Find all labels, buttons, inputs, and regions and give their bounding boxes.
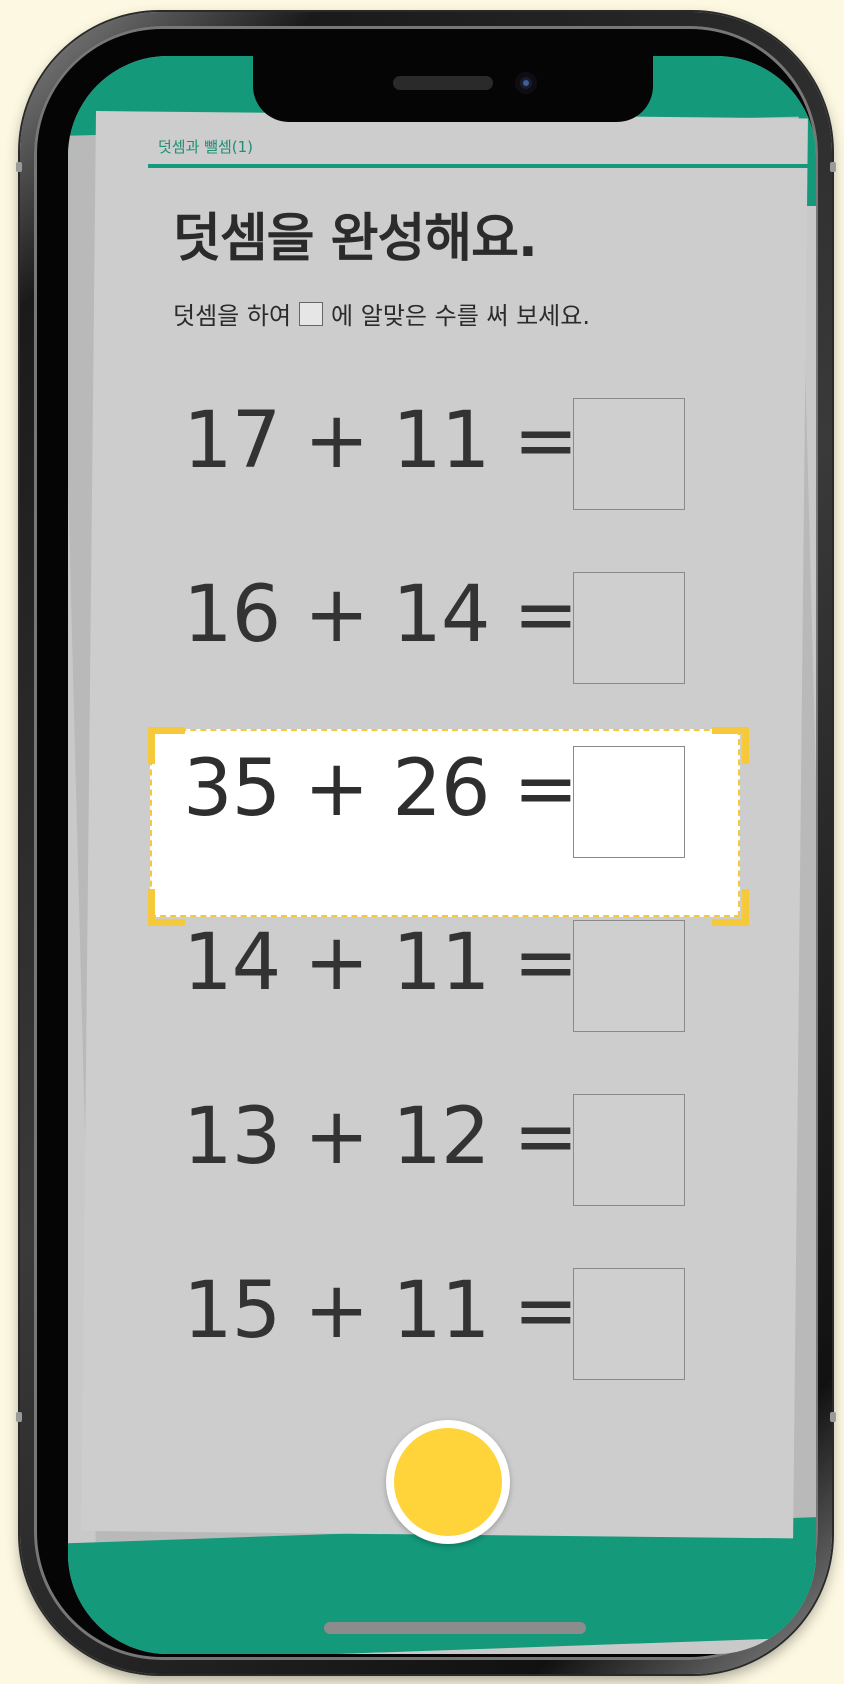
camera-screen: 덧셈과 뺄셈(1) 덧셈을 완성해요. 덧셈을 하여 에 알맞은 수를 써 보세… bbox=[68, 56, 816, 1654]
side-button-bottom-left bbox=[16, 1412, 22, 1422]
shutter-button[interactable] bbox=[386, 1420, 510, 1544]
problem-expression: 17 + 11 = bbox=[183, 396, 579, 486]
problem-expression: 15 + 11 = bbox=[183, 1266, 579, 1356]
problem-row: 17 + 11 = bbox=[68, 356, 816, 536]
problem-expression: 35 + 26 = bbox=[183, 744, 579, 834]
speaker-grille bbox=[393, 76, 493, 90]
scan-corner-top-left bbox=[148, 727, 185, 764]
problem-expression: 16 + 14 = bbox=[183, 570, 579, 660]
scan-corner-top-right bbox=[712, 727, 749, 764]
answer-box[interactable] bbox=[573, 398, 685, 510]
camera-notch bbox=[253, 56, 653, 122]
problem-row: 15 + 11 = bbox=[68, 1226, 816, 1406]
front-camera-icon bbox=[515, 72, 537, 94]
answer-box[interactable] bbox=[573, 746, 685, 858]
answer-box[interactable] bbox=[573, 1268, 685, 1380]
page-title: 덧셈을 완성해요. bbox=[173, 209, 538, 269]
blank-box-icon bbox=[299, 301, 324, 326]
instruction-text: 덧셈을 하여 에 알맞은 수를 써 보세요. bbox=[173, 296, 590, 331]
problem-expression: 14 + 11 = bbox=[183, 918, 579, 1008]
phone-frame: 덧셈과 뺄셈(1) 덧셈을 완성해요. 덧셈을 하여 에 알맞은 수를 써 보세… bbox=[16, 12, 836, 1674]
problem-row: 14 + 11 = bbox=[68, 878, 816, 1058]
answer-box[interactable] bbox=[573, 920, 685, 1032]
side-button-bottom-right bbox=[830, 1412, 836, 1422]
instruction-before: 덧셈을 하여 bbox=[173, 302, 292, 330]
problem-expression: 13 + 12 = bbox=[183, 1092, 579, 1182]
side-button-top-right bbox=[830, 162, 836, 172]
home-indicator[interactable] bbox=[324, 1622, 586, 1634]
instruction-after: 에 알맞은 수를 써 보세요. bbox=[331, 302, 590, 330]
breadcrumb: 덧셈과 뺄셈(1) bbox=[158, 138, 254, 156]
side-button-top-left bbox=[16, 162, 22, 172]
header-rule bbox=[148, 164, 816, 168]
problem-row: 13 + 12 = bbox=[68, 1052, 816, 1232]
answer-box[interactable] bbox=[573, 572, 685, 684]
problem-row-highlighted: 35 + 26 = bbox=[68, 704, 816, 926]
answer-box[interactable] bbox=[573, 1094, 685, 1206]
problem-row: 16 + 14 = bbox=[68, 530, 816, 710]
